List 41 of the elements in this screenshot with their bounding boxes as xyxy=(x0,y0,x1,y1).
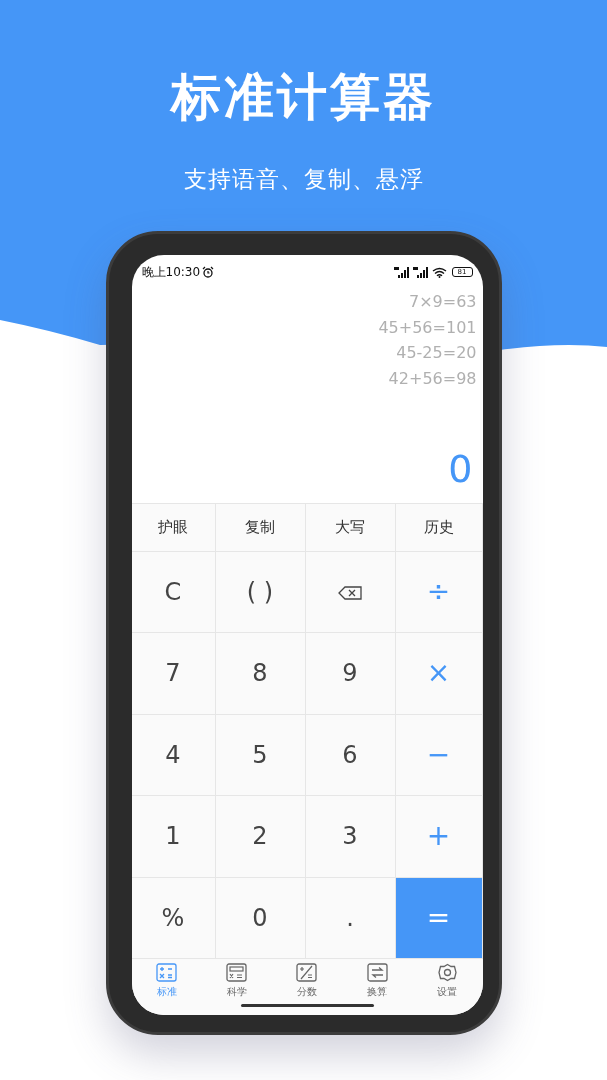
keypad-key[interactable]: 2 xyxy=(215,796,306,878)
keypad-key[interactable]: 0 xyxy=(215,877,306,959)
headline: 标准计算器 xyxy=(168,67,437,128)
keypad-key[interactable]: 1 xyxy=(131,796,216,878)
backspace-icon xyxy=(338,585,362,600)
wifi-icon xyxy=(431,266,447,278)
function-button[interactable]: 护眼 xyxy=(131,502,216,552)
keypad-key[interactable]: 6 xyxy=(305,714,396,796)
function-button[interactable]: 大写 xyxy=(305,502,396,552)
keypad-key[interactable]: 9 xyxy=(305,633,396,715)
tab-item[interactable]: 换算 xyxy=(352,963,403,1002)
history-entry: 45-25=20 xyxy=(395,342,477,364)
history-entry: 7×9=63 xyxy=(407,291,477,313)
keypad-key[interactable]: 4 xyxy=(131,714,216,796)
keypad-key[interactable]: 7 xyxy=(131,633,216,715)
tab-item[interactable]: 分数 xyxy=(281,963,332,1002)
function-button[interactable]: 复制 xyxy=(215,502,306,552)
fraction-icon xyxy=(296,963,318,982)
history-entry: 42+56=98 xyxy=(387,367,477,390)
calculator-icon xyxy=(226,963,248,982)
subtitle: 支持语音、复制、悬浮 xyxy=(182,165,425,194)
keypad-key[interactable]: ( ) xyxy=(215,551,306,633)
signal-icon xyxy=(393,266,410,278)
arrows-icon xyxy=(366,963,388,982)
keypad-key[interactable]: 8 xyxy=(215,633,306,715)
calculator-icon xyxy=(156,963,178,982)
keypad-key[interactable]: 5 xyxy=(215,714,306,796)
function-button[interactable]: 历史 xyxy=(395,502,483,552)
tab-item[interactable]: 设置 xyxy=(422,963,473,1002)
result-display: 0 xyxy=(448,446,473,491)
settings-icon xyxy=(436,963,458,982)
keypad-key[interactable]: . xyxy=(305,877,396,959)
backspace-key[interactable] xyxy=(305,551,396,633)
keypad-key[interactable]: % xyxy=(131,877,216,959)
history-entry: 45+56=101 xyxy=(377,316,477,339)
status-time: 晚上10:30 xyxy=(141,264,201,281)
keypad-key[interactable]: C xyxy=(131,551,216,633)
alarm-icon xyxy=(202,266,215,278)
keypad-key[interactable]: 3 xyxy=(305,796,396,878)
tab-item[interactable]: 科学 xyxy=(211,963,262,1002)
signal-icon xyxy=(412,266,429,278)
